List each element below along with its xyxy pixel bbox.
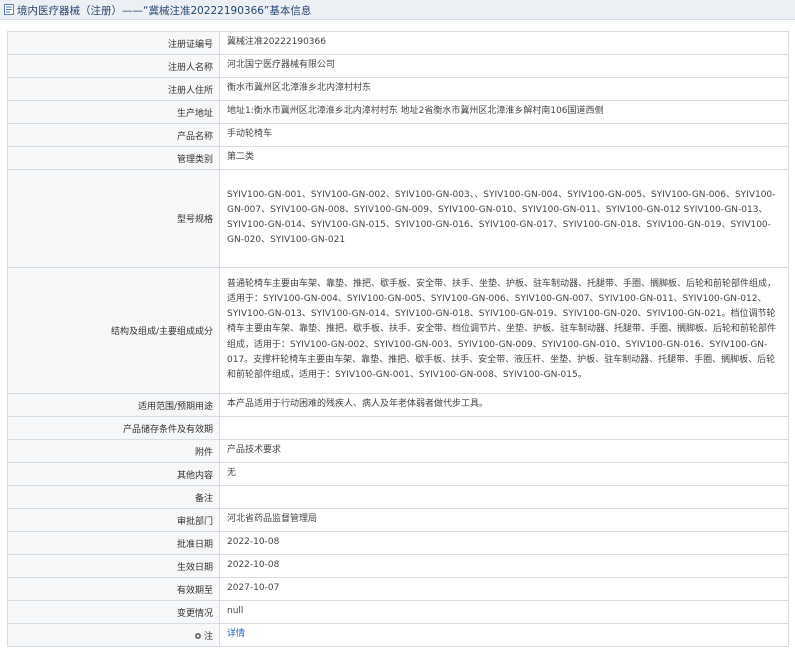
row-label: 适用范围/预期用途 bbox=[7, 393, 220, 417]
row-value: 详情 bbox=[219, 623, 789, 647]
row-label: 备注 bbox=[7, 485, 220, 509]
row-label: 附件 bbox=[7, 439, 220, 463]
row-label: 产品名称 bbox=[7, 123, 220, 147]
table-row: 结构及组成/主要组成成分 普通轮椅车主要由车架、靠垫、推把、歇手板、安全带、扶手… bbox=[7, 267, 789, 394]
details-link[interactable]: 详情 bbox=[227, 629, 245, 639]
row-label: 注册证编号 bbox=[7, 31, 220, 55]
table-row: 注册人住所 衡水市冀州区北漳淮乡北内漳村村东 bbox=[7, 77, 789, 101]
table-row: 有效期至 2027-10-07 bbox=[7, 577, 789, 601]
row-value: 手动轮椅车 bbox=[219, 123, 789, 147]
document-icon bbox=[4, 4, 14, 15]
row-value bbox=[219, 416, 789, 440]
row-value: 冀械注准20222190366 bbox=[219, 31, 789, 55]
row-label: 有效期至 bbox=[7, 577, 220, 601]
table-row: 注册证编号 冀械注准20222190366 bbox=[7, 31, 789, 55]
row-value: 无 bbox=[219, 462, 789, 486]
row-label: 其他内容 bbox=[7, 462, 220, 486]
row-label: 注册人名称 bbox=[7, 54, 220, 78]
row-value: 普通轮椅车主要由车架、靠垫、推把、歇手板、安全带、扶手、坐垫、护板、驻车制动器、… bbox=[219, 267, 789, 394]
row-label: 审批部门 bbox=[7, 508, 220, 532]
table-row: 审批部门 河北省药品监督管理局 bbox=[7, 508, 789, 532]
row-value: SYIV100-GN-001、SYIV100-GN-002、SYIV100-GN… bbox=[219, 169, 789, 268]
table-row: 生产地址 地址1:衡水市冀州区北漳淮乡北内漳村村东 地址2省衡水市冀州区北漳淮乡… bbox=[7, 100, 789, 124]
row-label: 产品储存条件及有效期 bbox=[7, 416, 220, 440]
table-row: 附件 产品技术要求 bbox=[7, 439, 789, 463]
info-table: 注册证编号 冀械注准20222190366 注册人名称 河北国宁医疗器械有限公司… bbox=[7, 31, 789, 647]
table-row: 产品名称 手动轮椅车 bbox=[7, 123, 789, 147]
table-row: 管理类别 第二类 bbox=[7, 146, 789, 170]
table-row: 注册人名称 河北国宁医疗器械有限公司 bbox=[7, 54, 789, 78]
note-label: 注 bbox=[203, 631, 213, 642]
table-row: 产品储存条件及有效期 bbox=[7, 416, 789, 440]
row-value: 地址1:衡水市冀州区北漳淮乡北内漳村村东 地址2省衡水市冀州区北漳淮乡解村南10… bbox=[219, 100, 789, 124]
row-label: 生效日期 bbox=[7, 554, 220, 578]
row-value: 河北省药品监督管理局 bbox=[219, 508, 789, 532]
row-label: 注册人住所 bbox=[7, 77, 220, 101]
page-title: 境内医疗器械（注册）——“冀械注准20222190366”基本信息 bbox=[17, 5, 312, 17]
table-row: 生效日期 2022-10-08 bbox=[7, 554, 789, 578]
table-row: 批准日期 2022-10-08 bbox=[7, 531, 789, 555]
row-value: 本产品适用于行动困难的残疾人、病人及年老体弱者做代步工具。 bbox=[219, 393, 789, 417]
table-row: 型号规格 SYIV100-GN-001、SYIV100-GN-002、SYIV1… bbox=[7, 169, 789, 268]
row-label: 管理类别 bbox=[7, 146, 220, 170]
row-label: 变更情况 bbox=[7, 600, 220, 624]
row-label-note: 注 bbox=[7, 623, 220, 647]
row-value: 2022-10-08 bbox=[219, 554, 789, 578]
row-value: 2027-10-07 bbox=[219, 577, 789, 601]
row-value: 产品技术要求 bbox=[219, 439, 789, 463]
table-row: 备注 bbox=[7, 485, 789, 509]
gear-icon bbox=[194, 632, 201, 639]
row-value: 2022-10-08 bbox=[219, 531, 789, 555]
row-label: 生产地址 bbox=[7, 100, 220, 124]
row-label: 结构及组成/主要组成成分 bbox=[7, 267, 220, 394]
table-row: 注 详情 bbox=[7, 623, 789, 647]
row-label: 型号规格 bbox=[7, 169, 220, 268]
row-label: 批准日期 bbox=[7, 531, 220, 555]
row-value: 河北国宁医疗器械有限公司 bbox=[219, 54, 789, 78]
row-value: null bbox=[219, 600, 789, 624]
table-row: 适用范围/预期用途 本产品适用于行动困难的残疾人、病人及年老体弱者做代步工具。 bbox=[7, 393, 789, 417]
title-bar: 境内医疗器械（注册）——“冀械注准20222190366”基本信息 bbox=[0, 0, 795, 20]
row-value bbox=[219, 485, 789, 509]
row-value: 第二类 bbox=[219, 146, 789, 170]
table-row: 其他内容 无 bbox=[7, 462, 789, 486]
table-row: 变更情况 null bbox=[7, 600, 789, 624]
row-value: 衡水市冀州区北漳淮乡北内漳村村东 bbox=[219, 77, 789, 101]
